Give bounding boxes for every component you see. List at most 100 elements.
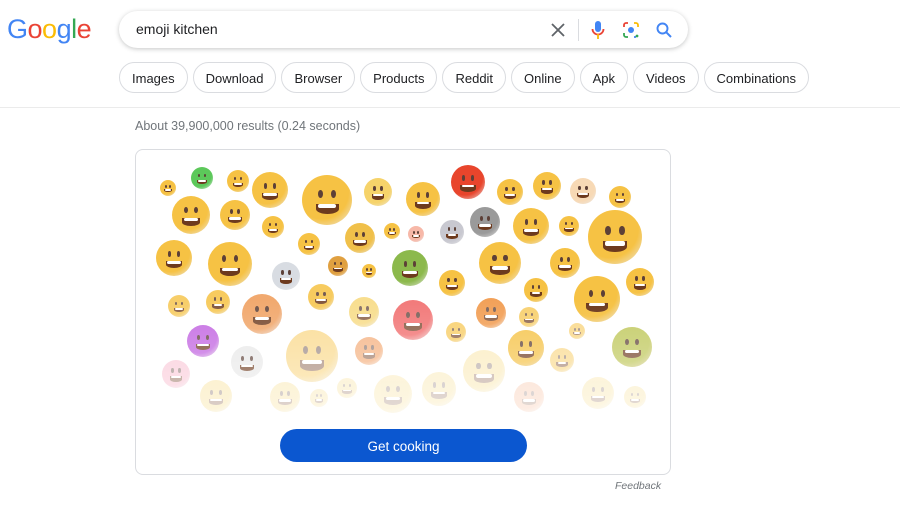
search-icon[interactable] <box>653 19 675 41</box>
emoji-upside-smile[interactable] <box>550 348 574 372</box>
emoji-tongue-small[interactable] <box>446 322 466 342</box>
emoji-eye <box>557 355 561 360</box>
emoji-magic-wand-face[interactable] <box>286 330 338 382</box>
chip-apk[interactable]: Apk <box>579 62 629 93</box>
chip-images[interactable]: Images <box>119 62 188 93</box>
emoji-screaming-face[interactable] <box>345 223 375 253</box>
emoji-teeth <box>354 240 366 243</box>
chip-download[interactable]: Download <box>192 62 277 93</box>
emoji-eye <box>241 355 245 361</box>
emoji-smiling-face-small[interactable] <box>609 186 631 208</box>
emoji-partying-hamster[interactable] <box>582 377 614 409</box>
search-input[interactable] <box>136 11 516 48</box>
emoji-eye <box>320 394 323 398</box>
emoji-pumpkin-faded[interactable] <box>514 382 544 412</box>
emoji-birthday-cake[interactable] <box>570 178 596 204</box>
emoji-mouth <box>602 241 628 253</box>
emoji-sunglasses-face[interactable] <box>508 330 544 366</box>
emoji-bee[interactable] <box>406 182 440 216</box>
emoji-kissing-heart-face[interactable] <box>206 290 230 314</box>
feedback-link[interactable]: Feedback <box>615 480 661 492</box>
emoji-grimace-small[interactable] <box>569 323 585 339</box>
emoji-winking-tongue[interactable] <box>519 307 539 327</box>
emoji-fire[interactable] <box>355 337 383 365</box>
emoji-smirking-grin-face[interactable] <box>302 175 352 225</box>
get-cooking-button[interactable]: Get cooking <box>280 429 527 462</box>
emoji-eye <box>530 313 533 317</box>
emoji-sun-behind-cloud-face[interactable] <box>364 178 392 206</box>
emoji-pig-face-small[interactable] <box>384 223 400 239</box>
chip-products[interactable]: Products <box>360 62 438 93</box>
chip-combinations[interactable]: Combinations <box>703 62 810 93</box>
emoji-lion-face[interactable] <box>328 256 348 276</box>
emoji-vomiting-face[interactable] <box>612 327 652 367</box>
emoji-balloon[interactable] <box>393 300 433 340</box>
emoji-rabbit-face[interactable] <box>440 220 464 244</box>
emoji-mouth <box>474 374 494 383</box>
emoji-loudly-crying-face[interactable] <box>156 240 192 276</box>
emoji-raised-eyebrow-grin[interactable] <box>533 172 561 200</box>
emoji-star-struck-sun[interactable] <box>208 242 252 286</box>
emoji-tongue-face[interactable] <box>524 278 548 302</box>
emoji-mouth <box>232 182 244 188</box>
emoji-downcast-sweat-face[interactable] <box>262 216 284 238</box>
emoji-smiling-imp[interactable] <box>187 325 219 357</box>
emoji-grinning-wink-face[interactable] <box>479 242 521 284</box>
emoji-koala[interactable] <box>470 207 500 237</box>
emoji-rolling-laughing-face[interactable] <box>227 170 249 192</box>
emoji-expressionless-face[interactable] <box>200 380 232 412</box>
emoji-relieved-small[interactable] <box>310 389 328 407</box>
emoji-pig-nose[interactable] <box>408 226 424 242</box>
emoji-mouth <box>239 364 255 371</box>
emoji-microbe[interactable] <box>191 167 213 189</box>
chip-videos[interactable]: Videos <box>633 62 699 93</box>
microphone-icon[interactable] <box>587 19 609 41</box>
emoji-eye <box>218 389 222 395</box>
emoji-eye <box>339 262 342 266</box>
emoji-teeth <box>578 193 588 196</box>
emoji-rolling-eyes-face[interactable] <box>588 210 642 264</box>
emoji-mouth <box>484 315 498 322</box>
emoji-growing-heart[interactable] <box>162 360 190 388</box>
emoji-smile-small[interactable] <box>559 216 579 236</box>
emoji-hand-over-mouth-face[interactable] <box>298 233 320 255</box>
emoji-eye <box>592 386 596 392</box>
google-logo[interactable]: Google <box>7 14 92 45</box>
emoji-grimacing-big-eyes[interactable] <box>439 270 465 296</box>
emoji-jack-o-lantern[interactable] <box>476 298 506 328</box>
emoji-teary-smile-face[interactable] <box>220 200 250 230</box>
chip-reddit[interactable]: Reddit <box>442 62 507 93</box>
emoji-avocado[interactable] <box>392 250 428 286</box>
emoji-blushing-smile-face[interactable] <box>513 208 549 244</box>
emoji-beaming-grin[interactable] <box>270 382 300 412</box>
emoji-eye <box>621 192 624 197</box>
emoji-hot-pepper[interactable] <box>451 165 485 199</box>
clear-icon[interactable] <box>547 19 569 41</box>
emoji-mask-face[interactable] <box>463 350 505 392</box>
emoji-hotdog[interactable] <box>242 294 282 334</box>
emoji-slightly-smiling-small[interactable] <box>362 264 376 278</box>
emoji-cold-sweat-face[interactable] <box>308 284 334 310</box>
emoji-slight-smile-face[interactable] <box>626 268 654 296</box>
emoji-neutral-small-face[interactable] <box>168 295 190 317</box>
emoji-woozy-sun-face[interactable] <box>160 180 176 196</box>
emoji-beaming-face[interactable] <box>349 297 379 327</box>
emoji-nerd-face[interactable] <box>497 179 523 205</box>
emoji-eye <box>417 230 420 234</box>
emoji-big-grin-face[interactable] <box>574 276 620 322</box>
chip-browser[interactable]: Browser <box>281 62 356 93</box>
emoji-eye <box>287 391 291 396</box>
chip-online[interactable]: Online <box>511 62 575 93</box>
emoji-content-face[interactable] <box>422 372 456 406</box>
emoji-tornado[interactable] <box>272 262 300 290</box>
emoji-sleepy-tear-face[interactable] <box>252 172 288 208</box>
emoji-thinking-face[interactable] <box>374 375 412 413</box>
emoji-small-face[interactable] <box>624 386 646 408</box>
emoji-grinning-teeth-face[interactable] <box>172 196 210 234</box>
lens-icon[interactable] <box>620 19 642 41</box>
emoji-panda[interactable] <box>231 346 263 378</box>
emoji-eye <box>358 306 362 311</box>
emoji-eye <box>343 384 346 388</box>
emoji-exploding-head[interactable] <box>550 248 580 278</box>
emoji-dizzy-face[interactable] <box>337 378 357 398</box>
